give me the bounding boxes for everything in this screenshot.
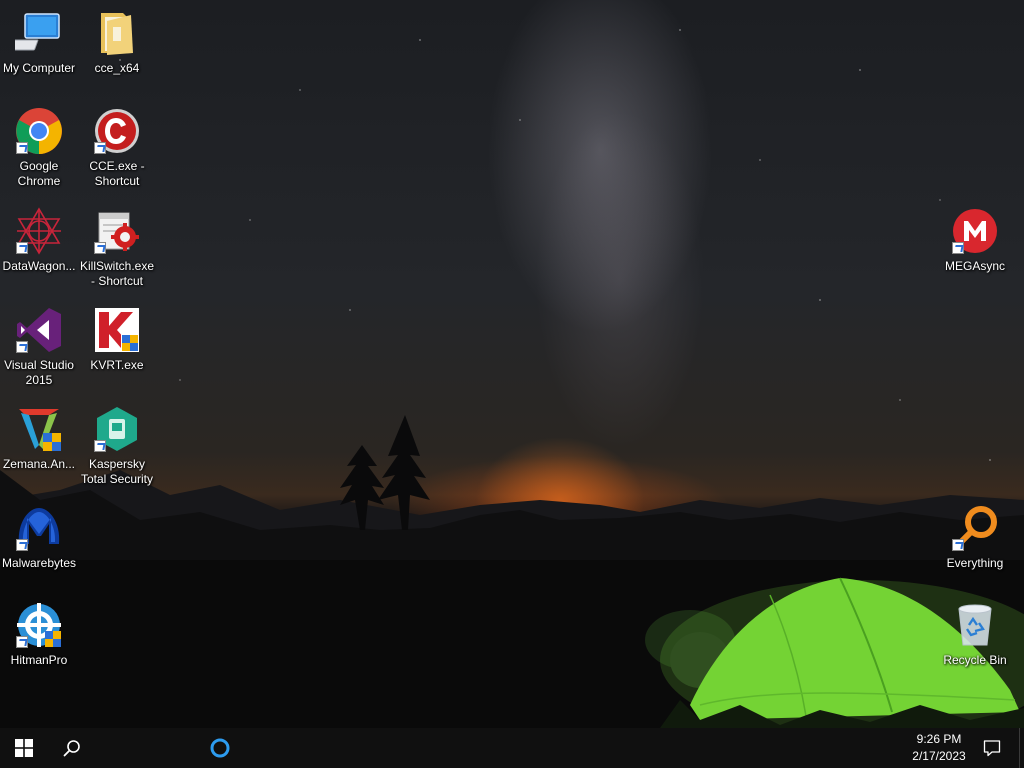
icon-label: DataWagon... [2,259,76,273]
shortcut-arrow-icon [16,341,28,353]
desktop-icon-everything[interactable]: Everything [936,503,1014,571]
icon-label: Google Chrome [17,159,61,188]
folder-icon [92,8,142,58]
desktop-icon-my-computer[interactable]: My Computer [0,8,78,76]
icon-label: Zemana.An... [2,457,76,471]
shortcut-arrow-icon [16,142,28,154]
icon-label: HitmanPro [10,653,68,667]
chrome-icon [14,106,64,156]
system-clock[interactable]: 9:26 PM 2/17/2023 [900,728,978,768]
show-desktop-strip[interactable] [1019,728,1024,768]
action-center-button[interactable] [970,728,1014,768]
zemana-icon [14,404,64,454]
shortcut-arrow-icon [952,242,964,254]
cortana-icon [210,738,230,758]
kaspersky-icon [92,404,142,454]
icon-label: KillSwitch.exe - Shortcut [79,259,155,288]
icon-label: Everything [946,556,1004,570]
desktop-icon-visual-studio[interactable]: Visual Studio 2015 [0,305,78,388]
desktop-icon-google-chrome[interactable]: Google Chrome [0,106,78,189]
icon-label: Kaspersky Total Security [80,457,154,486]
shortcut-arrow-icon [16,242,28,254]
desktop-icon-recycle-bin[interactable]: Recycle Bin [936,600,1014,668]
recycle-bin-icon [950,600,1000,650]
clock-date: 2/17/2023 [912,749,966,763]
action-center-icon [983,740,1001,757]
desktop-icon-cce-shortcut[interactable]: CCE.exe - Shortcut [78,106,156,189]
malwarebytes-icon [14,503,64,553]
hitmanpro-icon [14,600,64,650]
desktop-icon-datawagon[interactable]: DataWagon... [0,206,78,274]
desktop[interactable]: My Computer Google Chrome DataWagon... V… [0,0,1024,728]
shortcut-arrow-icon [952,539,964,551]
icon-label: Malwarebytes [1,556,77,570]
start-button[interactable] [0,728,48,768]
desktop-icon-malwarebytes[interactable]: Malwarebytes [0,503,78,571]
computer-icon [14,8,64,58]
desktop-icon-killswitch[interactable]: KillSwitch.exe - Shortcut [78,206,156,289]
icon-label: Recycle Bin [943,653,1007,667]
everything-icon [950,503,1000,553]
visual-studio-icon [14,305,64,355]
shortcut-arrow-icon [16,539,28,551]
shortcut-arrow-icon [94,242,106,254]
icon-label: My Computer [2,61,76,75]
clock-time: 9:26 PM [916,732,962,746]
datawagon-icon [14,206,64,256]
desktop-icon-cce-x64[interactable]: cce_x64 [78,8,156,76]
search-icon [63,740,80,757]
icon-label: MEGAsync [944,259,1005,273]
shortcut-arrow-icon [94,440,106,452]
icon-label: cce_x64 [94,61,140,75]
desktop-icon-zemana[interactable]: Zemana.An... [0,404,78,472]
cortana-button[interactable] [196,728,244,768]
mega-icon [950,206,1000,256]
desktop-icon-kaspersky[interactable]: Kaspersky Total Security [78,404,156,487]
icon-label: KVRT.exe [90,358,144,372]
taskbar [0,728,1024,768]
desktop-icon-hitmanpro[interactable]: HitmanPro [0,600,78,668]
icon-label: CCE.exe - Shortcut [89,159,145,188]
cce-icon [92,106,142,156]
icon-label: Visual Studio 2015 [4,358,74,387]
shortcut-arrow-icon [16,636,28,648]
windows-logo-icon [15,739,33,757]
kvrt-icon [92,305,142,355]
shortcut-arrow-icon [94,142,106,154]
killswitch-icon [92,206,142,256]
desktop-icon-kvrt[interactable]: KVRT.exe [78,305,156,373]
desktop-icon-megasync[interactable]: MEGAsync [936,206,1014,274]
search-button[interactable] [48,728,96,768]
